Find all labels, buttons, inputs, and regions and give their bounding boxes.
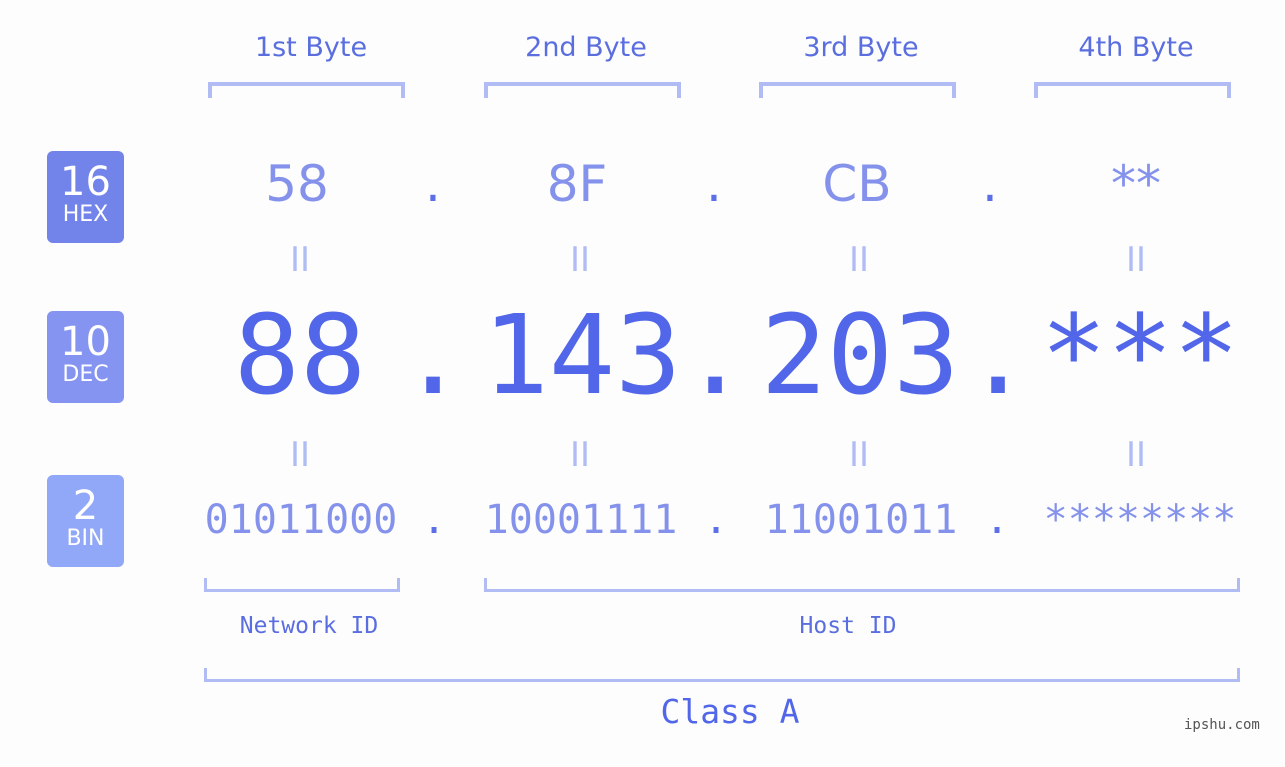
byte-bracket-4 bbox=[1034, 82, 1231, 98]
hex-separator-2: . bbox=[706, 155, 722, 213]
dec-badge: 10 DEC bbox=[47, 311, 124, 403]
equals-icon: II bbox=[1125, 435, 1147, 475]
dec-badge-label: DEC bbox=[62, 362, 109, 387]
equals-icon: II bbox=[848, 240, 870, 280]
dec-byte-4: *** bbox=[1040, 291, 1240, 419]
hex-byte-1: 58 bbox=[265, 155, 329, 213]
bin-separator-1: . bbox=[422, 497, 447, 543]
hex-separator-1: . bbox=[425, 155, 441, 213]
class-label: Class A bbox=[660, 692, 800, 731]
byte-header-3: 3rd Byte bbox=[803, 32, 919, 63]
bin-badge-label: BIN bbox=[66, 526, 105, 551]
equals-icon: II bbox=[569, 435, 591, 475]
bin-byte-4: ******** bbox=[1043, 497, 1237, 543]
hex-badge: 16 HEX bbox=[47, 151, 124, 243]
hex-badge-label: HEX bbox=[62, 202, 109, 227]
equals-icon: II bbox=[569, 240, 591, 280]
hex-byte-3: CB bbox=[822, 155, 892, 213]
byte-bracket-2 bbox=[484, 82, 681, 98]
bin-byte-1: 01011000 bbox=[204, 497, 398, 543]
dec-byte-3: 203 bbox=[760, 291, 960, 419]
hex-byte-4: ** bbox=[1111, 155, 1161, 213]
watermark: ipshu.com bbox=[1184, 717, 1260, 733]
network-bracket bbox=[204, 578, 400, 592]
bin-badge-number: 2 bbox=[72, 483, 99, 529]
byte-header-1: 1st Byte bbox=[254, 32, 368, 63]
network-id-label: Network ID bbox=[239, 613, 379, 639]
bin-byte-2: 10001111 bbox=[484, 497, 678, 543]
bin-separator-2: . bbox=[704, 497, 729, 543]
byte-bracket-3 bbox=[759, 82, 956, 98]
host-bracket bbox=[484, 578, 1240, 592]
byte-header-2: 2nd Byte bbox=[525, 32, 647, 63]
hex-separator-3: . bbox=[982, 155, 998, 213]
byte-bracket-1 bbox=[208, 82, 405, 98]
equals-icon: II bbox=[289, 240, 311, 280]
dec-byte-1: 88 bbox=[233, 291, 367, 419]
bin-badge: 2 BIN bbox=[47, 475, 124, 567]
hex-badge-number: 16 bbox=[60, 159, 111, 205]
byte-header-4: 4th Byte bbox=[1078, 32, 1194, 63]
host-id-label: Host ID bbox=[799, 613, 897, 639]
hex-byte-2: 8F bbox=[546, 155, 608, 213]
equals-icon: II bbox=[289, 435, 311, 475]
equals-icon: II bbox=[848, 435, 870, 475]
dec-badge-number: 10 bbox=[60, 319, 111, 365]
bin-byte-3: 11001011 bbox=[764, 497, 958, 543]
dec-byte-2: 143 bbox=[482, 291, 682, 419]
class-bracket bbox=[204, 668, 1240, 682]
equals-icon: II bbox=[1125, 240, 1147, 280]
bin-separator-3: . bbox=[985, 497, 1010, 543]
